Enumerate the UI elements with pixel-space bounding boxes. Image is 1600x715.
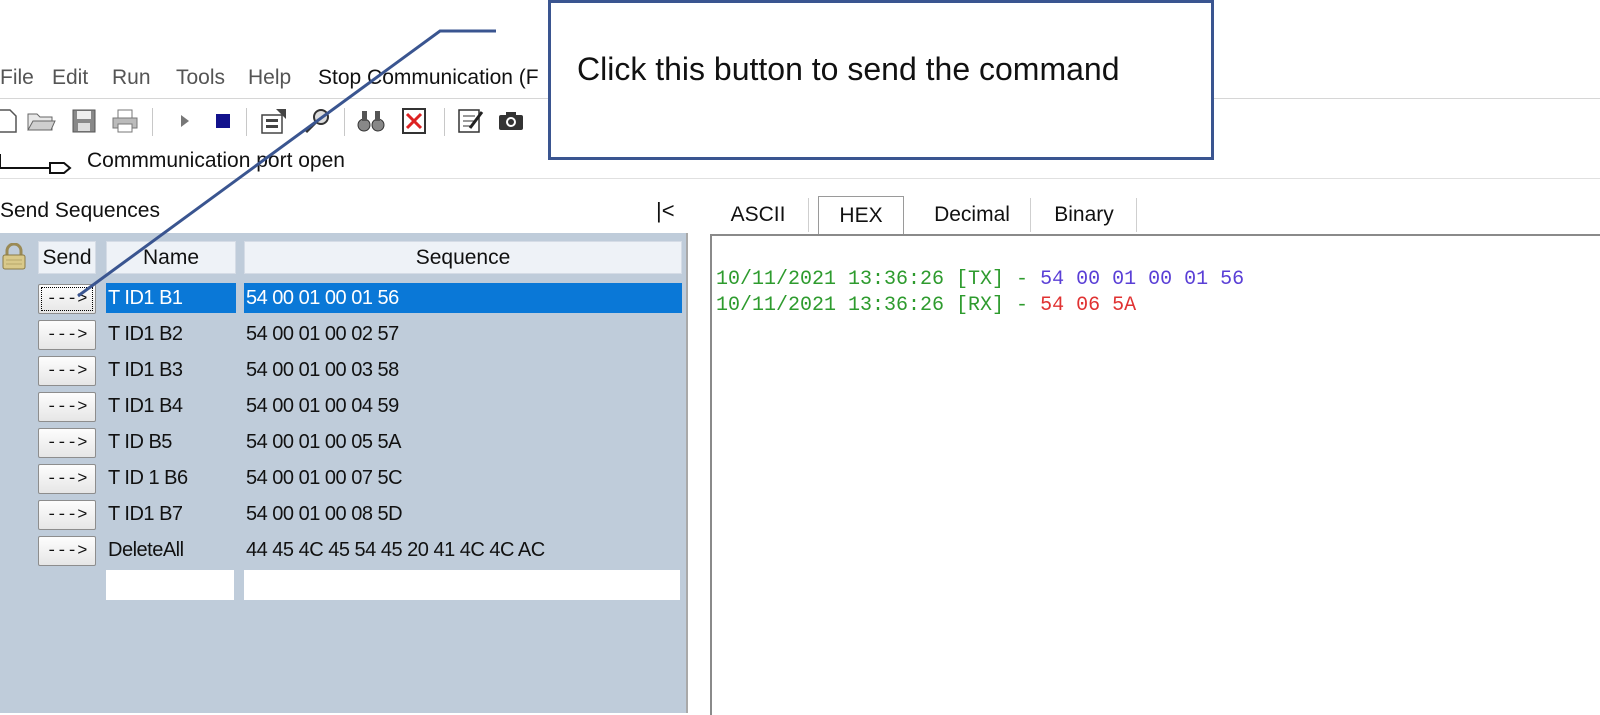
menu-tools[interactable]: Tools (176, 66, 225, 90)
find-key-icon[interactable] (303, 106, 333, 136)
tab-decimal[interactable]: Decimal (914, 198, 1031, 232)
send-button[interactable]: ---> (38, 284, 96, 314)
sequence-row[interactable]: ---> T ID1 B2 54 00 01 00 02 57 (0, 317, 686, 351)
send-button[interactable]: ---> (38, 392, 96, 422)
tab-hex[interactable]: HEX (818, 196, 904, 235)
callout-box: Click this button to send the command (548, 0, 1214, 160)
sequence-value[interactable]: 44 45 4C 45 54 45 20 41 4C 4C AC (244, 535, 682, 565)
sequence-value[interactable]: 54 00 01 00 02 57 (244, 319, 682, 349)
new-icon[interactable] (0, 106, 22, 136)
sequence-name[interactable]: DeleteAll (106, 535, 236, 565)
sequence-name[interactable]: T ID 1 B6 (106, 463, 236, 493)
log-line-rx: 10/11/2021 13:36:26 [RX] - 54 06 5A (716, 294, 1136, 317)
send-sequences-title: Send Sequences (0, 199, 160, 222)
clear-icon[interactable] (400, 106, 430, 136)
sequence-value[interactable]: 54 00 01 00 08 5D (244, 499, 682, 529)
log-line-tx: 10/11/2021 13:36:26 [TX] - 54 00 01 00 0… (716, 268, 1244, 291)
sequence-name[interactable]: T ID1 B4 (106, 391, 236, 421)
log-data: 54 00 01 00 01 56 (1040, 268, 1245, 291)
send-sequences-panel: Send Name Sequence ---> T ID1 B1 54 00 0… (0, 233, 688, 713)
status-divider (0, 178, 1600, 179)
edit-icon[interactable] (456, 106, 486, 136)
communication-log[interactable]: 10/11/2021 13:36:26 [TX] - 54 00 01 00 0… (710, 234, 1600, 715)
open-icon[interactable] (26, 106, 56, 136)
log-timestamp: 10/11/2021 13:36:26 [RX] - (716, 294, 1041, 317)
sequence-name[interactable]: T ID1 B7 (106, 499, 236, 529)
send-button[interactable]: ---> (38, 464, 96, 494)
send-button[interactable]: ---> (38, 500, 96, 530)
callout-text: Click this button to send the command (577, 51, 1120, 87)
send-button[interactable]: ---> (38, 536, 96, 566)
log-data: 54 06 5A (1040, 294, 1137, 317)
sequence-row[interactable]: ---> DeleteAll 44 45 4C 45 54 45 20 41 4… (0, 533, 686, 567)
sequence-row[interactable]: ---> T ID1 B4 54 00 01 00 04 59 (0, 389, 686, 423)
menu-stop-communication[interactable]: Stop Communication (F (318, 66, 539, 90)
toolbar-separator (152, 108, 153, 136)
column-header-sequence[interactable]: Sequence (244, 241, 682, 274)
new-name-field[interactable] (106, 570, 234, 600)
lock-icon[interactable] (0, 242, 28, 271)
sequence-value[interactable]: 54 00 01 00 04 59 (244, 391, 682, 421)
sequence-row[interactable]: ---> T ID1 B7 54 00 01 00 08 5D (0, 497, 686, 531)
sequence-name[interactable]: T ID1 B2 (106, 319, 236, 349)
binoculars-icon[interactable] (356, 106, 386, 136)
sequence-row[interactable]: ---> T ID1 B1 54 00 01 00 01 56 (0, 281, 686, 315)
menu-help[interactable]: Help (248, 66, 291, 90)
stop-icon[interactable] (208, 106, 238, 136)
log-timestamp: 10/11/2021 13:36:26 [TX] - (716, 268, 1041, 291)
column-header-name[interactable]: Name (106, 241, 236, 274)
new-sequence-field[interactable] (244, 570, 680, 600)
sequence-name[interactable]: T ID1 B1 (106, 283, 236, 313)
send-button[interactable]: ---> (38, 356, 96, 386)
sequence-value[interactable]: 54 00 01 00 05 5A (244, 427, 682, 457)
properties-icon[interactable] (260, 106, 290, 136)
sequence-name[interactable]: T ID1 B3 (106, 355, 236, 385)
send-button[interactable]: ---> (38, 320, 96, 350)
menu-file[interactable]: File (0, 66, 34, 90)
tab-binary[interactable]: Binary (1032, 198, 1137, 232)
port-connector-icon (0, 152, 80, 179)
sequence-value[interactable]: 54 00 01 00 03 58 (244, 355, 682, 385)
menu-run[interactable]: Run (112, 66, 151, 90)
menu-edit[interactable]: Edit (52, 66, 88, 90)
tab-ascii[interactable]: ASCII (708, 198, 809, 232)
sequence-name[interactable]: T ID B5 (106, 427, 236, 457)
camera-icon[interactable] (496, 106, 526, 136)
sequence-row[interactable]: ---> T ID 1 B6 54 00 01 00 07 5C (0, 461, 686, 495)
sequence-value[interactable]: 54 00 01 00 07 5C (244, 463, 682, 493)
sequence-row[interactable]: ---> T ID B5 54 00 01 00 05 5A (0, 425, 686, 459)
column-header-send[interactable]: Send (38, 241, 96, 274)
print-icon[interactable] (110, 106, 140, 136)
sequence-row[interactable]: ---> T ID1 B3 54 00 01 00 03 58 (0, 353, 686, 387)
status-text: Commmunication port open (87, 149, 345, 172)
toolbar-separator (344, 108, 345, 136)
toolbar-separator (246, 108, 247, 136)
send-button[interactable]: ---> (38, 428, 96, 458)
save-icon[interactable] (69, 106, 99, 136)
sequence-value[interactable]: 54 00 01 00 01 56 (244, 283, 682, 313)
toolbar-separator (444, 108, 445, 136)
play-icon[interactable] (170, 106, 200, 136)
collapse-panel-button[interactable]: |< (656, 198, 675, 224)
view-tabs: ASCII HEX Decimal Binary (708, 194, 1600, 235)
